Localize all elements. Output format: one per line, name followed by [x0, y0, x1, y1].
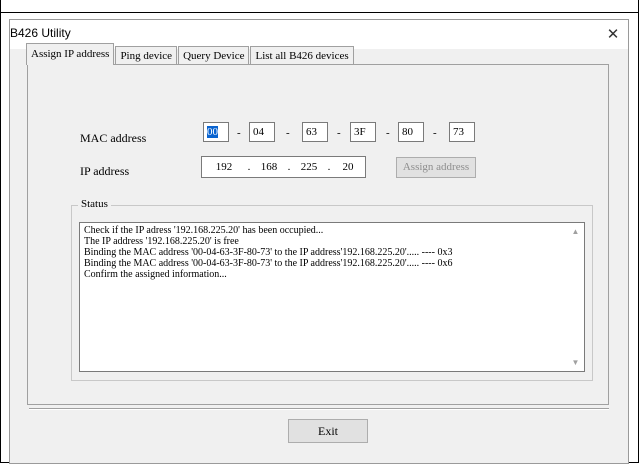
tab-ping-device[interactable]: Ping device — [115, 46, 178, 65]
assign-address-button[interactable]: Assign address — [396, 157, 476, 178]
ip-address-field[interactable]: 192 . 168 . 225 . 20 — [201, 156, 366, 178]
status-line: The IP address '192.168.225.20' is free — [84, 236, 239, 247]
status-line: Confirm the assigned information... — [84, 269, 227, 280]
ip-octet-2[interactable]: 168 — [252, 157, 286, 177]
mac-octet-6-field[interactable]: 73 — [449, 122, 475, 142]
mac-octet-1-field[interactable]: 00 — [203, 122, 229, 142]
exit-button[interactable]: Exit — [288, 419, 368, 443]
mac-separator: - — [433, 127, 437, 139]
status-legend: Status — [78, 198, 111, 210]
ip-octet-1[interactable]: 192 — [202, 157, 246, 177]
mac-address-label: MAC address — [80, 131, 147, 145]
ip-octet-4[interactable]: 20 — [332, 157, 364, 177]
mac-separator: - — [337, 127, 341, 139]
status-scrollbar[interactable]: ▲ ▼ — [567, 223, 584, 371]
status-line: Binding the MAC address '00-04-63-3F-80-… — [84, 247, 453, 258]
mac-separator: - — [386, 127, 390, 139]
status-line: Check if the IP adress '192.168.225.20' … — [84, 225, 324, 236]
tab-list-all-devices[interactable]: List all B426 devices — [250, 46, 354, 65]
status-log[interactable]: Check if the IP adress '192.168.225.20' … — [79, 222, 585, 372]
ip-address-label: IP address — [80, 164, 130, 178]
window-title: B426 Utility — [10, 26, 71, 40]
mac-octet-3-field[interactable]: 63 — [302, 122, 328, 142]
mac-octet-5-field[interactable]: 80 — [398, 122, 424, 142]
scroll-up-icon[interactable]: ▲ — [567, 223, 584, 240]
close-icon[interactable]: ✕ — [598, 20, 628, 49]
mac-octet-4-field[interactable]: 3F — [350, 122, 376, 142]
scroll-down-icon[interactable]: ▼ — [567, 354, 584, 371]
mac-octet-2-field[interactable]: 04 — [249, 122, 275, 142]
mac-separator: - — [237, 127, 241, 139]
tab-query-device[interactable]: Query Device — [178, 46, 250, 65]
ip-octet-3[interactable]: 225 — [292, 157, 326, 177]
tab-assign-ip-address[interactable]: Assign IP address — [26, 43, 115, 65]
mac-separator: - — [286, 127, 290, 139]
footer-divider — [29, 408, 609, 410]
tab-strip: Assign IP address Ping device Query Devi… — [26, 43, 355, 65]
status-line: Binding the MAC address '00-04-63-3F-80-… — [84, 258, 453, 269]
